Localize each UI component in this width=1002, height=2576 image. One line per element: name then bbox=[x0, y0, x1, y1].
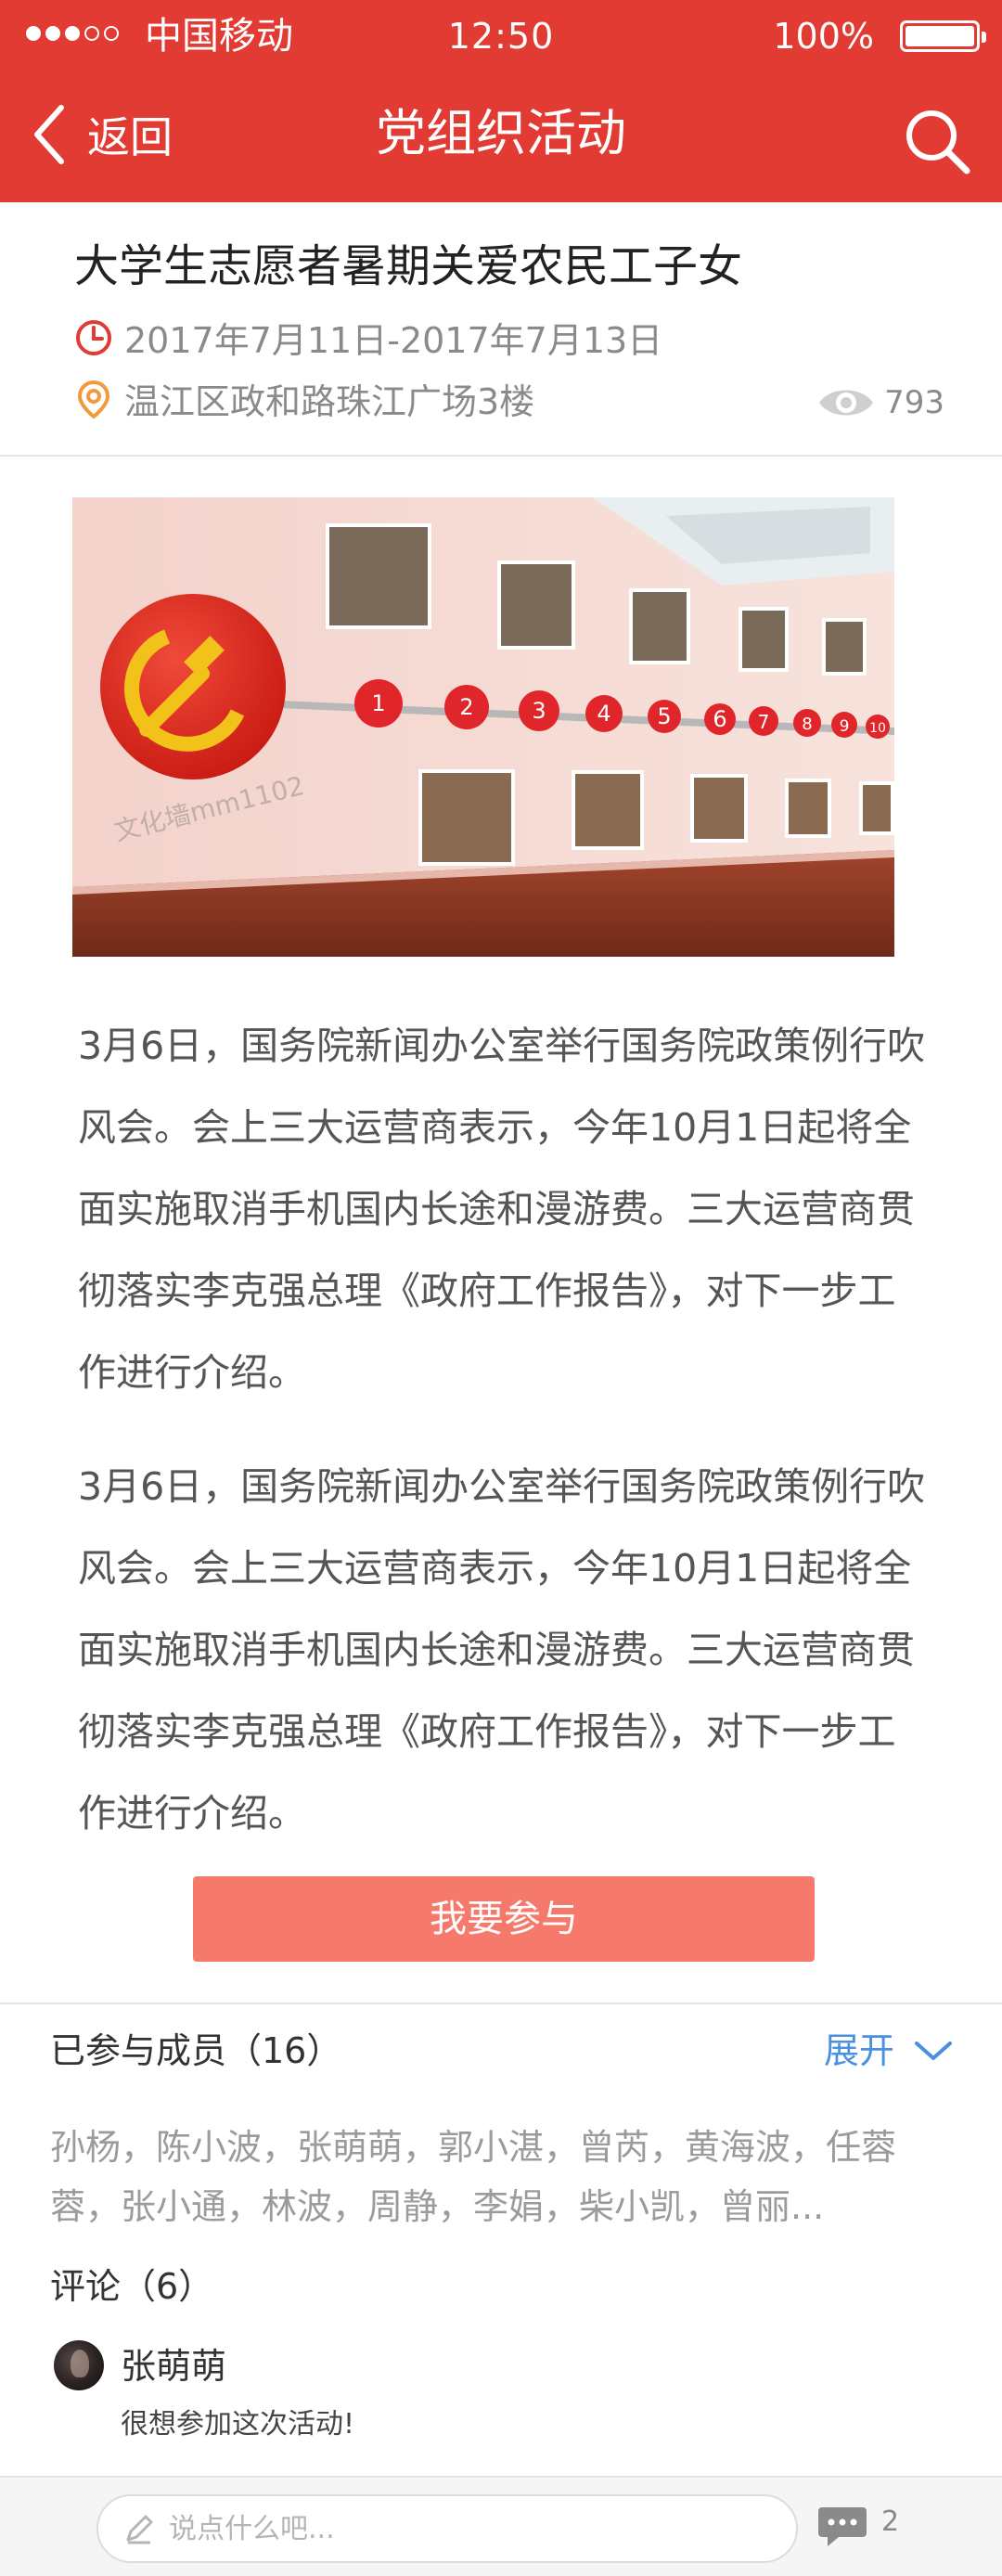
comment-input-wrapper[interactable] bbox=[96, 2494, 798, 2563]
chevron-down-icon bbox=[915, 2041, 952, 2060]
svg-text:10: 10 bbox=[869, 721, 886, 736]
battery-percent: 100% bbox=[773, 16, 874, 57]
top-bar: 中国移动 12:50 100% 返回 党组织活动 bbox=[0, 0, 1002, 202]
svg-text:7: 7 bbox=[758, 711, 770, 733]
comment-text: 很想参加这次活动! bbox=[121, 2408, 355, 2441]
status-bar: 中国移动 12:50 100% bbox=[0, 0, 1002, 72]
section-divider bbox=[0, 2003, 1002, 2004]
comment-author: 张萌萌 bbox=[121, 2346, 227, 2387]
clock-icon bbox=[76, 319, 111, 355]
svg-text:5: 5 bbox=[657, 703, 671, 729]
expand-label: 展开 bbox=[823, 2030, 894, 2071]
activity-time: 2017年7月11日-2017年7月13日 bbox=[74, 312, 662, 363]
members-header: 已参与成员（16） bbox=[50, 2030, 342, 2071]
battery-icon bbox=[900, 20, 986, 52]
comment-input-bar: 2 bbox=[0, 2476, 1002, 2576]
search-icon[interactable] bbox=[900, 104, 974, 178]
activity-time-text: 2017年7月11日-2017年7月13日 bbox=[124, 320, 663, 361]
svg-text:3: 3 bbox=[532, 698, 546, 724]
svg-text:1: 1 bbox=[371, 690, 385, 716]
svg-text:9: 9 bbox=[840, 717, 850, 736]
svg-text:6: 6 bbox=[713, 706, 726, 732]
comment-count: 2 bbox=[881, 2505, 900, 2538]
comment-bubble-icon[interactable] bbox=[815, 2498, 870, 2554]
view-count: 793 bbox=[817, 384, 944, 421]
member-list: 孙杨，陈小波，张萌萌，郭小湛，曾芮，黄海波，任蓉蓉，张小通，林波，周静，李娟，柴… bbox=[50, 2127, 897, 2227]
activity-location: 温江区政和路珠江广场3楼 bbox=[74, 373, 534, 424]
svg-text:8: 8 bbox=[802, 715, 812, 734]
view-count-text: 793 bbox=[884, 384, 944, 421]
activity-location-text: 温江区政和路珠江广场3楼 bbox=[124, 381, 535, 422]
expand-members-button[interactable]: 展开 bbox=[824, 2027, 954, 2075]
activity-banner-image: 1 2 3 4 5 6 7 8 9 10 文化墙mm1102 bbox=[72, 497, 894, 957]
page-title: 党组织活动 bbox=[376, 104, 626, 162]
location-pin-icon bbox=[77, 380, 110, 419]
pencil-icon bbox=[126, 2515, 153, 2544]
eye-icon bbox=[819, 390, 874, 416]
svg-text:2: 2 bbox=[459, 694, 473, 720]
article-paragraph: 3月6日，国务院新闻办公室举行国务院政策例行吹风会。会上三大运营商表示，今年10… bbox=[78, 1024, 926, 1395]
comment-input[interactable] bbox=[169, 2512, 763, 2545]
activity-header: 大学生志愿者暑期关爱农民工子女 2017年7月11日-2017年7月13日 温江… bbox=[0, 202, 1002, 457]
activity-title: 大学生志愿者暑期关爱农民工子女 bbox=[74, 240, 743, 292]
svg-text:4: 4 bbox=[597, 701, 610, 727]
article-paragraph: 3月6日，国务院新闻办公室举行国务院政策例行吹风会。会上三大运营商表示，今年10… bbox=[78, 1464, 926, 1835]
join-button[interactable]: 我要参与 bbox=[193, 1876, 815, 1962]
comments-header: 评论（6） bbox=[50, 2266, 214, 2307]
avatar[interactable] bbox=[54, 2340, 104, 2390]
party-culture-wall-illustration: 1 2 3 4 5 6 7 8 9 10 文化墙mm1102 bbox=[72, 497, 894, 957]
